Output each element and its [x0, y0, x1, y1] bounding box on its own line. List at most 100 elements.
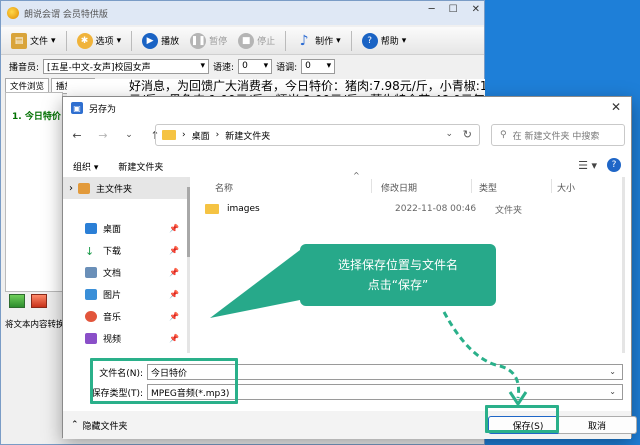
- toolbar-separator: [131, 30, 133, 51]
- pause-label: 暂停: [209, 37, 228, 47]
- maximize-icon[interactable]: ☐: [449, 4, 458, 15]
- minimize-icon[interactable]: ─: [429, 4, 435, 15]
- pause-icon: ❚❚: [190, 32, 207, 49]
- pin-icon: 📌: [169, 267, 179, 277]
- search-placeholder: 在 新建文件夹 中搜索: [512, 131, 600, 142]
- pictures-icon: [85, 288, 97, 300]
- chevron-down-icon: ▾: [200, 61, 206, 71]
- chevron-down-icon[interactable]: ⌄: [609, 387, 616, 396]
- produce-menu-button[interactable]: ♪ 制作 ▾: [292, 30, 345, 52]
- stop-label: 停止: [257, 37, 276, 47]
- desktop-icon: [85, 222, 97, 234]
- help-menu-button[interactable]: ? 帮助 ▾: [358, 30, 411, 52]
- text-line: 好消息，为回馈广大消费者，今日特价：猪肉:7.98元/斤，小青椒:1.68: [129, 79, 485, 93]
- file-menu-button[interactable]: ▤ 文件 ▾: [7, 30, 60, 52]
- options-menu-button[interactable]: ✱ 选项 ▾: [73, 30, 126, 52]
- nav-item-downloads[interactable]: ↓ 下载 📌: [63, 239, 187, 261]
- help-icon: ?: [361, 32, 378, 49]
- pitch-label: 语调:: [276, 62, 298, 73]
- recent-dropdown-icon[interactable]: ⌄: [123, 130, 135, 140]
- add-icon[interactable]: [9, 294, 25, 308]
- address-bar[interactable]: › 桌面 › 新建文件夹 ⌄ ↻: [155, 124, 480, 146]
- sort-indicator-icon: ^: [353, 171, 360, 180]
- column-header-name[interactable]: 名称: [215, 181, 233, 194]
- callout-line: 点击“保存”: [367, 278, 429, 292]
- dialog-navbar: ← → ⌄ ↑ › 桌面 › 新建文件夹 ⌄ ↻ ⚲ 在 新建文件夹 中搜索: [63, 121, 631, 149]
- callout-line: 选择保存位置与文件名: [337, 258, 458, 272]
- chevron-down-icon[interactable]: ⌄: [445, 129, 453, 139]
- new-folder-button[interactable]: 新建文件夹: [118, 160, 163, 173]
- app-toolbar: ▤ 文件 ▾ ✱ 选项 ▾ ▶ 播放 ❚❚ 暂停 ■ 停止 ♪ 制作 ▾ ? 帮助 ▾: [1, 27, 484, 55]
- stop-icon: ■: [238, 32, 255, 49]
- scroll-thumb[interactable]: [187, 187, 190, 257]
- chevron-up-icon[interactable]: ⌃: [71, 420, 79, 430]
- nav-item-videos[interactable]: 视频 📌: [63, 327, 187, 349]
- nav-item-label: 文档: [103, 268, 122, 279]
- nav-item-label: 下载: [103, 246, 122, 257]
- delete-icon[interactable]: [31, 294, 47, 308]
- column-divider: [471, 179, 472, 193]
- forward-icon[interactable]: →: [97, 129, 109, 142]
- pin-icon: 📌: [169, 245, 179, 255]
- breadcrumb-desktop[interactable]: 桌面: [192, 129, 210, 142]
- search-box[interactable]: ⚲ 在 新建文件夹 中搜索: [491, 124, 625, 146]
- pin-icon: 📌: [169, 289, 179, 299]
- chevron-down-icon: ▾: [263, 61, 269, 71]
- options-menu-label: 选项: [95, 37, 114, 47]
- app-titlebar: 朗说会谓 会员特供版 ─ ☐ ✕: [1, 1, 484, 25]
- help-menu-label: 帮助: [380, 37, 399, 47]
- file-modified: 2022-11-08 00:46: [395, 204, 477, 214]
- nav-item-label: 桌面: [103, 224, 122, 235]
- view-options-icon[interactable]: ☰ ▾: [578, 159, 597, 172]
- close-icon[interactable]: ✕: [472, 4, 480, 15]
- save-dialog-icon: ▣: [71, 102, 83, 114]
- chevron-down-icon[interactable]: ⌄: [609, 367, 616, 376]
- fields-highlight: [90, 358, 238, 404]
- organize-button[interactable]: 组织 ▾: [73, 160, 98, 173]
- nav-item-desktop[interactable]: 桌面 📌: [63, 217, 187, 239]
- nav-scrollbar[interactable]: [187, 177, 190, 353]
- pitch-value: 0: [305, 61, 311, 71]
- speed-label: 语速:: [213, 62, 235, 73]
- save-highlight: [485, 405, 559, 433]
- breadcrumb-new-folder[interactable]: 新建文件夹: [225, 129, 270, 142]
- pitch-select[interactable]: 0 ▾: [301, 58, 336, 74]
- play-button[interactable]: ▶ 播放: [138, 30, 183, 52]
- music-icon: [85, 310, 97, 322]
- list-item[interactable]: 1. 今日特价: [6, 93, 62, 122]
- voice-bar: 播音员: [五星-中文-女声]校园女声 ▾ 语速: 0 ▾ 语调: 0 ▾: [1, 56, 484, 76]
- help-icon[interactable]: ?: [607, 158, 621, 172]
- cancel-button[interactable]: 取消: [557, 416, 637, 434]
- pause-button[interactable]: ❚❚ 暂停: [186, 30, 231, 52]
- back-icon[interactable]: ←: [71, 129, 83, 142]
- speed-select[interactable]: 0 ▾: [238, 58, 273, 74]
- callout-bubble: 选择保存位置与文件名 点击“保存”: [300, 244, 496, 306]
- navigation-pane: › 主文件夹 桌面 📌 ↓ 下载 📌 文档 📌 图片 📌 音乐 📌 视频 📌: [63, 177, 187, 353]
- hide-folders-button[interactable]: 隐藏文件夹: [83, 419, 128, 432]
- refresh-icon[interactable]: ↻: [463, 128, 472, 141]
- file-scrollbar[interactable]: [622, 177, 625, 353]
- produce-menu-label: 制作: [315, 37, 334, 47]
- options-icon: ✱: [76, 32, 93, 49]
- nav-item-pictures[interactable]: 图片 📌: [63, 283, 187, 305]
- column-header-type[interactable]: 类型: [479, 181, 497, 194]
- nav-item-home[interactable]: › 主文件夹: [63, 177, 187, 199]
- dialog-titlebar: ▣ 另存为 ✕: [63, 97, 631, 119]
- window-controls: ─ ☐ ✕: [429, 4, 480, 15]
- pin-icon: 📌: [169, 223, 179, 233]
- stop-button[interactable]: ■ 停止: [234, 30, 279, 52]
- nav-item-label: 图片: [103, 290, 122, 301]
- app-logo-icon: [7, 7, 19, 19]
- nav-item-label: 主文件夹: [96, 184, 133, 195]
- nav-item-documents[interactable]: 文档 📌: [63, 261, 187, 283]
- close-icon[interactable]: ✕: [611, 100, 621, 114]
- folder-icon: [205, 204, 219, 214]
- table-row[interactable]: images 2022-11-08 00:46 文件夹: [205, 199, 625, 219]
- column-header-modified[interactable]: 修改日期: [381, 181, 417, 194]
- column-header-size[interactable]: 大小: [557, 181, 575, 194]
- voice-label: 播音员:: [9, 62, 40, 73]
- nav-item-music[interactable]: 音乐 📌: [63, 305, 187, 327]
- documents-icon: [85, 266, 97, 278]
- nav-item-label: 视频: [103, 334, 122, 345]
- voice-select[interactable]: [五星-中文-女声]校园女声 ▾: [43, 58, 210, 74]
